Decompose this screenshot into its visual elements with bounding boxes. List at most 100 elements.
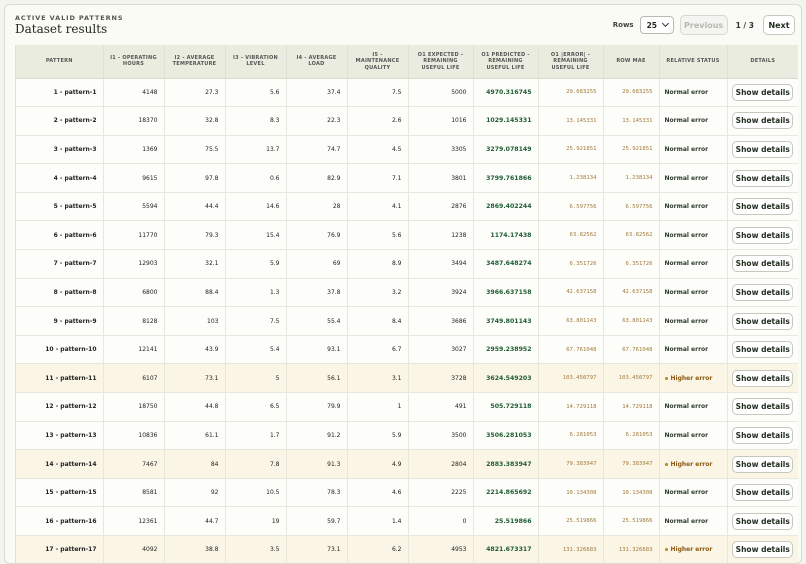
table-row: 1 - pattern-1414827.35.637.47.550004970.… <box>16 78 798 107</box>
show-details-button[interactable]: Show details <box>732 255 793 272</box>
pattern-cell: 12 - pattern-12 <box>16 393 103 422</box>
show-details-button[interactable]: Show details <box>732 541 793 558</box>
table-row: 9 - pattern-981281037.555.48.436863749.8… <box>16 307 798 336</box>
col-header-average-load: I4 - AVERAGE LOAD <box>286 45 347 78</box>
maintenance-quality-cell: 8.9 <box>347 250 408 279</box>
details-cell: Show details <box>727 364 798 393</box>
average-load-cell: 76.9 <box>286 221 347 250</box>
vibration-level-cell: 7.8 <box>225 450 286 479</box>
table-row: 3 - pattern-3136975.513.774.74.533053279… <box>16 135 798 164</box>
expected-rul-cell: 1238 <box>408 221 473 250</box>
relative-status-cell: Normal error <box>659 78 727 107</box>
col-header-predicted-rul: O1 PREDICTED - REMAINING USEFUL LIFE <box>473 45 538 78</box>
table-row: 13 - pattern-131083661.11.791.25.9350035… <box>16 421 798 450</box>
expected-rul-cell: 3027 <box>408 335 473 364</box>
details-cell: Show details <box>727 507 798 536</box>
status-badge: Normal error <box>665 117 709 124</box>
details-cell: Show details <box>727 278 798 307</box>
show-details-button[interactable]: Show details <box>732 513 793 530</box>
show-details-button[interactable]: Show details <box>732 227 793 244</box>
status-badge: Normal error <box>665 232 709 239</box>
predicted-rul-cell: 1029.145331 <box>473 107 538 136</box>
expected-rul-cell: 2804 <box>408 450 473 479</box>
show-details-button[interactable]: Show details <box>732 170 793 187</box>
details-cell: Show details <box>727 192 798 221</box>
average-load-cell: 22.3 <box>286 107 347 136</box>
predicted-rul-cell: 2869.402244 <box>473 192 538 221</box>
pattern-cell: 17 - pattern-17 <box>16 536 103 564</box>
maintenance-quality-cell: 3.2 <box>347 278 408 307</box>
vibration-level-cell: 3.5 <box>225 536 286 564</box>
average-temperature-cell: 61.1 <box>164 421 225 450</box>
average-temperature-cell: 103 <box>164 307 225 336</box>
panel-header: ACTIVE VALID PATTERNS Dataset results Ro… <box>5 5 801 45</box>
average-load-cell: 59.7 <box>286 507 347 536</box>
table-row: 15 - pattern-1585819210.578.34.622252214… <box>16 478 798 507</box>
average-load-cell: 37.4 <box>286 78 347 107</box>
pattern-cell: 15 - pattern-15 <box>16 478 103 507</box>
status-badge: Normal error <box>665 175 709 182</box>
rows-per-page-select[interactable]: 25 <box>640 16 674 34</box>
col-header-expected-rul: O1 EXPECTED - REMAINING USEFUL LIFE <box>408 45 473 78</box>
show-details-button[interactable]: Show details <box>732 313 793 330</box>
vibration-level-cell: 15.4 <box>225 221 286 250</box>
results-table: PATTERN I1 - OPERATING HOURS I2 - AVERAG… <box>16 45 798 564</box>
col-header-average-temperature: I2 - AVERAGE TEMPERATURE <box>164 45 225 78</box>
operating-hours-cell: 12141 <box>103 335 164 364</box>
average-temperature-cell: 97.8 <box>164 164 225 193</box>
show-details-button[interactable]: Show details <box>732 141 793 158</box>
operating-hours-cell: 7467 <box>103 450 164 479</box>
average-temperature-cell: 38.8 <box>164 536 225 564</box>
row-mae-cell: 6.351726 <box>603 250 659 279</box>
error-rul-cell: 14.729118 <box>538 393 603 422</box>
show-details-button[interactable]: Show details <box>732 112 793 129</box>
show-details-button[interactable]: Show details <box>732 398 793 415</box>
relative-status-cell: Higher error <box>659 364 727 393</box>
relative-status-cell: Higher error <box>659 450 727 479</box>
average-temperature-cell: 43.9 <box>164 335 225 364</box>
details-cell: Show details <box>727 135 798 164</box>
operating-hours-cell: 10836 <box>103 421 164 450</box>
row-mae-cell: 10.134308 <box>603 478 659 507</box>
show-details-button[interactable]: Show details <box>732 341 793 358</box>
operating-hours-cell: 18750 <box>103 393 164 422</box>
pattern-cell: 7 - pattern-7 <box>16 250 103 279</box>
expected-rul-cell: 3494 <box>408 250 473 279</box>
row-mae-cell: 6.597756 <box>603 192 659 221</box>
error-rul-cell: 29.683255 <box>538 78 603 107</box>
row-mae-cell: 25.519866 <box>603 507 659 536</box>
pattern-cell: 5 - pattern-5 <box>16 192 103 221</box>
maintenance-quality-cell: 5.6 <box>347 221 408 250</box>
table-row: 5 - pattern-5559444.414.6284.128762869.4… <box>16 192 798 221</box>
details-cell: Show details <box>727 221 798 250</box>
expected-rul-cell: 5000 <box>408 78 473 107</box>
average-load-cell: 69 <box>286 250 347 279</box>
predicted-rul-cell: 3749.801143 <box>473 307 538 336</box>
status-badge: Normal error <box>665 518 709 525</box>
maintenance-quality-cell: 1.4 <box>347 507 408 536</box>
operating-hours-cell: 18370 <box>103 107 164 136</box>
show-details-button[interactable]: Show details <box>732 198 793 215</box>
relative-status-cell: Normal error <box>659 192 727 221</box>
show-details-button[interactable]: Show details <box>732 456 793 473</box>
previous-button[interactable]: Previous <box>680 15 728 35</box>
pattern-cell: 8 - pattern-8 <box>16 278 103 307</box>
show-details-button[interactable]: Show details <box>732 284 793 301</box>
show-details-button[interactable]: Show details <box>732 370 793 387</box>
operating-hours-cell: 4092 <box>103 536 164 564</box>
show-details-button[interactable]: Show details <box>732 84 793 101</box>
expected-rul-cell: 2876 <box>408 192 473 221</box>
maintenance-quality-cell: 5.9 <box>347 421 408 450</box>
details-cell: Show details <box>727 421 798 450</box>
predicted-rul-cell: 2214.865692 <box>473 478 538 507</box>
next-button[interactable]: Next <box>763 15 795 35</box>
maintenance-quality-cell: 3.1 <box>347 364 408 393</box>
table-row: 12 - pattern-121875044.86.579.91491505.7… <box>16 393 798 422</box>
predicted-rul-cell: 3624.549203 <box>473 364 538 393</box>
show-details-button[interactable]: Show details <box>732 484 793 501</box>
pattern-cell: 4 - pattern-4 <box>16 164 103 193</box>
table-row: 2 - pattern-21837032.88.322.32.610161029… <box>16 107 798 136</box>
status-badge: Normal error <box>665 203 709 210</box>
show-details-button[interactable]: Show details <box>732 427 793 444</box>
table-row: 11 - pattern-11610773.1556.13.137283624.… <box>16 364 798 393</box>
